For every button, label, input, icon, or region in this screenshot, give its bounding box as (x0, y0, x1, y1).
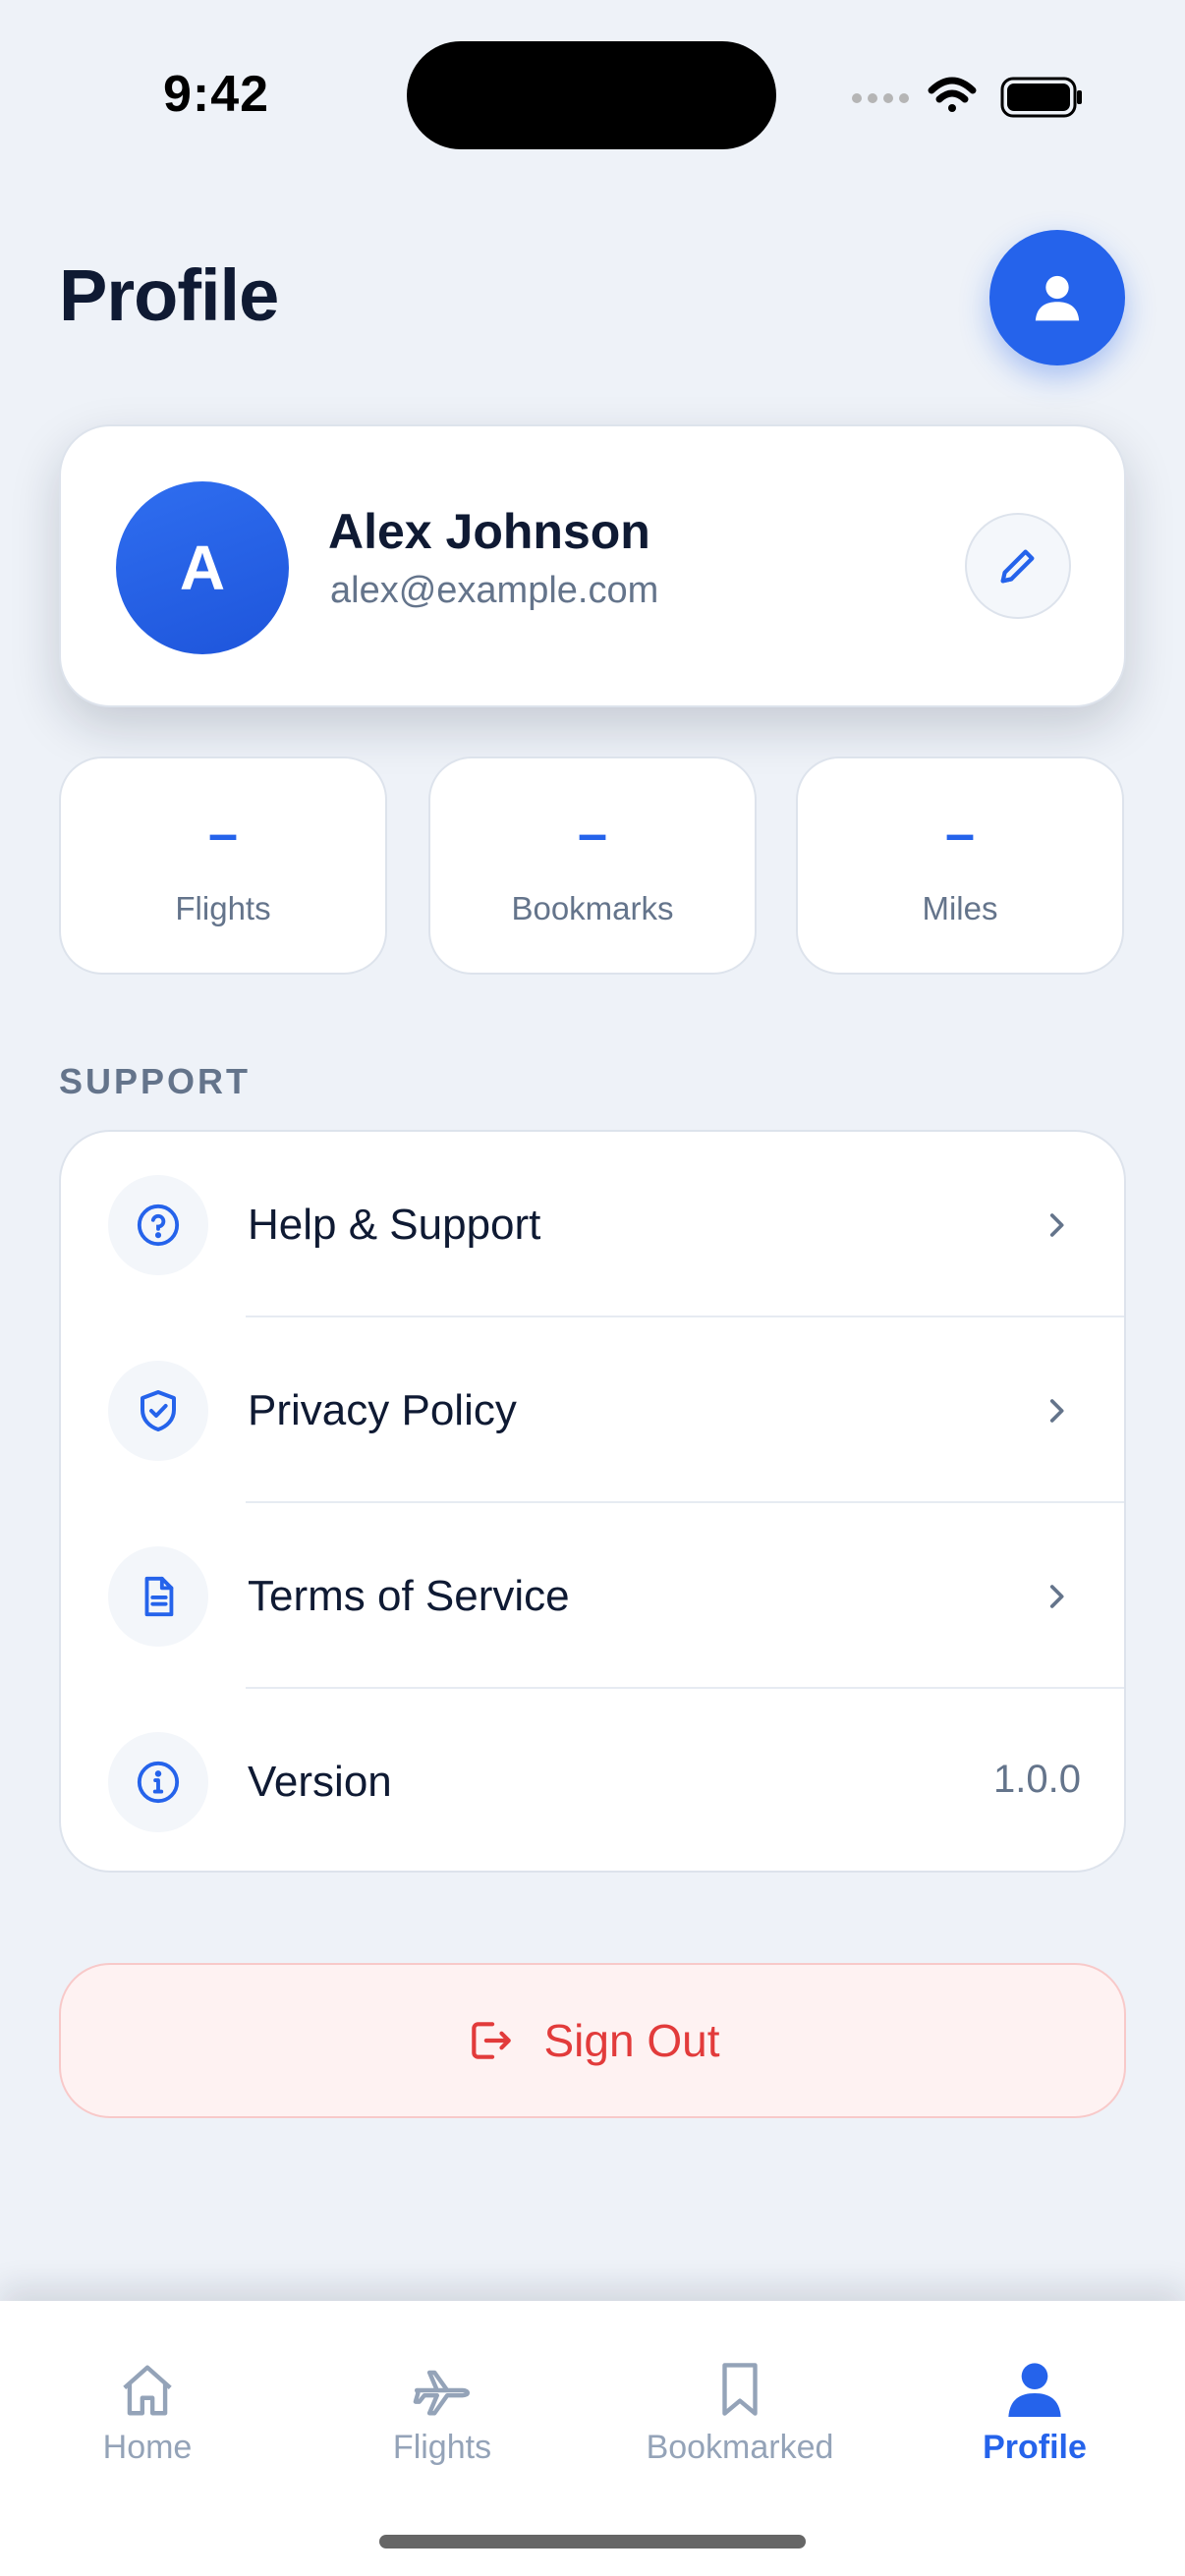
bookmark-icon (722, 2363, 758, 2416)
tab-profile[interactable]: Profile (887, 2356, 1182, 2484)
stat-card-flights: – Flights (59, 756, 387, 975)
row-label: Version (248, 1758, 392, 1806)
edit-profile-button[interactable] (965, 513, 1071, 619)
tab-label: Profile (983, 2429, 1087, 2466)
account-button[interactable] (989, 230, 1125, 365)
tab-label: Home (102, 2429, 193, 2466)
chevron-right-icon (1049, 1585, 1064, 1608)
shield-check-icon (141, 1390, 176, 1431)
avatar: A (116, 481, 289, 654)
status-icons (849, 73, 1085, 120)
logout-icon (471, 2022, 511, 2059)
battery-icon (1000, 77, 1082, 118)
person-icon (1008, 2363, 1061, 2417)
row-icon (108, 1546, 208, 1647)
tab-bookmarked[interactable]: Bookmarked (592, 2356, 887, 2484)
profile-card: A Alex Johnson alex@example.com (59, 424, 1126, 707)
stat-value: – (207, 805, 239, 864)
row-icon (108, 1361, 208, 1461)
row-label: Privacy Policy (248, 1386, 517, 1434)
tab-flights[interactable]: Flights (295, 2356, 590, 2484)
stat-label: Miles (922, 890, 998, 926)
sign-out-button[interactable]: Sign Out (59, 1963, 1126, 2118)
home-indicator[interactable] (379, 2535, 806, 2548)
profile-screen: 9:42 Profile A Alex Johnson alex@example… (0, 0, 1185, 2576)
stat-value: – (944, 805, 976, 864)
pencil-icon (1000, 549, 1035, 584)
page-title: Profile (59, 254, 279, 336)
dynamic-island (407, 41, 776, 149)
tab-home[interactable]: Home (0, 2356, 295, 2484)
section-header-support: SUPPORT (59, 1061, 252, 1101)
list-item-terms-of-service[interactable]: Terms of Service (61, 1503, 1124, 1689)
sign-out-label: Sign Out (543, 2015, 720, 2066)
row-label: Help & Support (248, 1201, 541, 1249)
tab-label: Flights (392, 2429, 492, 2466)
wifi-icon (928, 77, 977, 112)
document-icon (144, 1576, 174, 1617)
profile-name: Alex Johnson (328, 504, 650, 559)
help-circle-icon (137, 1204, 180, 1247)
row-label: Terms of Service (248, 1572, 570, 1620)
person-icon (1035, 275, 1080, 321)
stat-value: – (577, 805, 608, 864)
stat-label: Flights (175, 890, 271, 926)
support-list: Help & Support Privacy Policy Terms of S… (59, 1130, 1126, 1873)
row-icon (108, 1175, 208, 1275)
version-value: 1.0.0 (993, 1758, 1081, 1801)
home-icon (123, 2365, 172, 2416)
info-icon (137, 1761, 180, 1804)
stat-label: Bookmarks (511, 890, 674, 926)
list-item-help-support[interactable]: Help & Support (61, 1132, 1124, 1317)
status-time: 9:42 (163, 66, 270, 123)
profile-email: alex@example.com (330, 570, 659, 611)
list-item-privacy-policy[interactable]: Privacy Policy (61, 1317, 1124, 1503)
stat-card-miles: – Miles (796, 756, 1124, 975)
cellular-signal-icon (852, 93, 909, 103)
stat-card-bookmarks: – Bookmarks (428, 756, 757, 975)
tab-label: Bookmarked (646, 2429, 834, 2466)
chevron-right-icon (1049, 1213, 1064, 1237)
chevron-right-icon (1049, 1399, 1064, 1423)
row-icon (108, 1732, 208, 1832)
list-item-version: Version 1.0.0 (61, 1689, 1124, 1871)
airplane-icon (413, 2370, 471, 2416)
